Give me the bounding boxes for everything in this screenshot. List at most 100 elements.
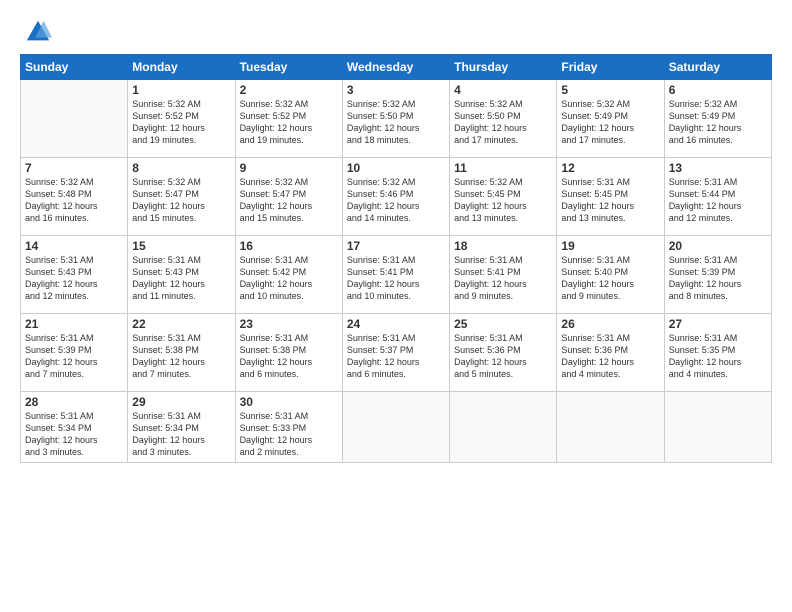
day-info: Sunrise: 5:31 AM Sunset: 5:43 PM Dayligh… [132,254,230,303]
day-number: 4 [454,83,552,97]
table-row: 12Sunrise: 5:31 AM Sunset: 5:45 PM Dayli… [557,158,664,236]
table-row [342,392,449,463]
table-row: 26Sunrise: 5:31 AM Sunset: 5:36 PM Dayli… [557,314,664,392]
table-row: 27Sunrise: 5:31 AM Sunset: 5:35 PM Dayli… [664,314,771,392]
day-number: 26 [561,317,659,331]
table-row: 4Sunrise: 5:32 AM Sunset: 5:50 PM Daylig… [450,80,557,158]
day-number: 25 [454,317,552,331]
day-info: Sunrise: 5:32 AM Sunset: 5:52 PM Dayligh… [132,98,230,147]
day-info: Sunrise: 5:32 AM Sunset: 5:46 PM Dayligh… [347,176,445,225]
table-row: 1Sunrise: 5:32 AM Sunset: 5:52 PM Daylig… [128,80,235,158]
day-number: 11 [454,161,552,175]
day-number: 20 [669,239,767,253]
table-row: 24Sunrise: 5:31 AM Sunset: 5:37 PM Dayli… [342,314,449,392]
day-info: Sunrise: 5:31 AM Sunset: 5:38 PM Dayligh… [132,332,230,381]
header-thursday: Thursday [450,55,557,80]
day-number: 21 [25,317,123,331]
day-info: Sunrise: 5:32 AM Sunset: 5:48 PM Dayligh… [25,176,123,225]
day-info: Sunrise: 5:31 AM Sunset: 5:38 PM Dayligh… [240,332,338,381]
table-row: 14Sunrise: 5:31 AM Sunset: 5:43 PM Dayli… [21,236,128,314]
day-number: 22 [132,317,230,331]
table-row: 11Sunrise: 5:32 AM Sunset: 5:45 PM Dayli… [450,158,557,236]
day-info: Sunrise: 5:32 AM Sunset: 5:52 PM Dayligh… [240,98,338,147]
table-row: 20Sunrise: 5:31 AM Sunset: 5:39 PM Dayli… [664,236,771,314]
table-row: 3Sunrise: 5:32 AM Sunset: 5:50 PM Daylig… [342,80,449,158]
day-number: 29 [132,395,230,409]
day-info: Sunrise: 5:31 AM Sunset: 5:39 PM Dayligh… [669,254,767,303]
day-number: 5 [561,83,659,97]
day-number: 28 [25,395,123,409]
day-number: 3 [347,83,445,97]
day-info: Sunrise: 5:31 AM Sunset: 5:36 PM Dayligh… [454,332,552,381]
day-info: Sunrise: 5:31 AM Sunset: 5:44 PM Dayligh… [669,176,767,225]
table-row: 16Sunrise: 5:31 AM Sunset: 5:42 PM Dayli… [235,236,342,314]
day-info: Sunrise: 5:32 AM Sunset: 5:50 PM Dayligh… [347,98,445,147]
day-info: Sunrise: 5:32 AM Sunset: 5:49 PM Dayligh… [669,98,767,147]
day-number: 8 [132,161,230,175]
calendar-table: Sunday Monday Tuesday Wednesday Thursday… [20,54,772,463]
table-row: 8Sunrise: 5:32 AM Sunset: 5:47 PM Daylig… [128,158,235,236]
day-info: Sunrise: 5:31 AM Sunset: 5:36 PM Dayligh… [561,332,659,381]
day-info: Sunrise: 5:31 AM Sunset: 5:34 PM Dayligh… [25,410,123,459]
day-info: Sunrise: 5:32 AM Sunset: 5:47 PM Dayligh… [240,176,338,225]
day-number: 1 [132,83,230,97]
page-header [20,18,772,46]
day-number: 24 [347,317,445,331]
table-row: 23Sunrise: 5:31 AM Sunset: 5:38 PM Dayli… [235,314,342,392]
day-info: Sunrise: 5:31 AM Sunset: 5:42 PM Dayligh… [240,254,338,303]
table-row: 17Sunrise: 5:31 AM Sunset: 5:41 PM Dayli… [342,236,449,314]
day-number: 6 [669,83,767,97]
day-info: Sunrise: 5:32 AM Sunset: 5:47 PM Dayligh… [132,176,230,225]
weekday-header-row: Sunday Monday Tuesday Wednesday Thursday… [21,55,772,80]
day-number: 9 [240,161,338,175]
table-row: 21Sunrise: 5:31 AM Sunset: 5:39 PM Dayli… [21,314,128,392]
header-monday: Monday [128,55,235,80]
logo [20,18,52,46]
day-number: 15 [132,239,230,253]
day-info: Sunrise: 5:31 AM Sunset: 5:40 PM Dayligh… [561,254,659,303]
table-row [664,392,771,463]
day-number: 14 [25,239,123,253]
day-info: Sunrise: 5:31 AM Sunset: 5:35 PM Dayligh… [669,332,767,381]
day-number: 16 [240,239,338,253]
table-row: 5Sunrise: 5:32 AM Sunset: 5:49 PM Daylig… [557,80,664,158]
table-row: 30Sunrise: 5:31 AM Sunset: 5:33 PM Dayli… [235,392,342,463]
day-number: 27 [669,317,767,331]
header-friday: Friday [557,55,664,80]
day-number: 12 [561,161,659,175]
header-wednesday: Wednesday [342,55,449,80]
day-number: 19 [561,239,659,253]
day-info: Sunrise: 5:31 AM Sunset: 5:37 PM Dayligh… [347,332,445,381]
day-number: 17 [347,239,445,253]
table-row: 9Sunrise: 5:32 AM Sunset: 5:47 PM Daylig… [235,158,342,236]
table-row: 7Sunrise: 5:32 AM Sunset: 5:48 PM Daylig… [21,158,128,236]
day-info: Sunrise: 5:32 AM Sunset: 5:49 PM Dayligh… [561,98,659,147]
table-row [557,392,664,463]
day-number: 30 [240,395,338,409]
table-row: 28Sunrise: 5:31 AM Sunset: 5:34 PM Dayli… [21,392,128,463]
table-row: 25Sunrise: 5:31 AM Sunset: 5:36 PM Dayli… [450,314,557,392]
table-row: 6Sunrise: 5:32 AM Sunset: 5:49 PM Daylig… [664,80,771,158]
day-info: Sunrise: 5:31 AM Sunset: 5:41 PM Dayligh… [454,254,552,303]
table-row [21,80,128,158]
day-info: Sunrise: 5:32 AM Sunset: 5:50 PM Dayligh… [454,98,552,147]
day-info: Sunrise: 5:31 AM Sunset: 5:43 PM Dayligh… [25,254,123,303]
logo-icon [24,18,52,46]
header-sunday: Sunday [21,55,128,80]
day-number: 7 [25,161,123,175]
day-number: 18 [454,239,552,253]
day-number: 2 [240,83,338,97]
day-number: 23 [240,317,338,331]
day-info: Sunrise: 5:32 AM Sunset: 5:45 PM Dayligh… [454,176,552,225]
table-row: 10Sunrise: 5:32 AM Sunset: 5:46 PM Dayli… [342,158,449,236]
table-row: 19Sunrise: 5:31 AM Sunset: 5:40 PM Dayli… [557,236,664,314]
day-info: Sunrise: 5:31 AM Sunset: 5:34 PM Dayligh… [132,410,230,459]
table-row [450,392,557,463]
day-info: Sunrise: 5:31 AM Sunset: 5:39 PM Dayligh… [25,332,123,381]
day-info: Sunrise: 5:31 AM Sunset: 5:33 PM Dayligh… [240,410,338,459]
day-info: Sunrise: 5:31 AM Sunset: 5:45 PM Dayligh… [561,176,659,225]
day-number: 10 [347,161,445,175]
table-row: 29Sunrise: 5:31 AM Sunset: 5:34 PM Dayli… [128,392,235,463]
header-saturday: Saturday [664,55,771,80]
table-row: 13Sunrise: 5:31 AM Sunset: 5:44 PM Dayli… [664,158,771,236]
